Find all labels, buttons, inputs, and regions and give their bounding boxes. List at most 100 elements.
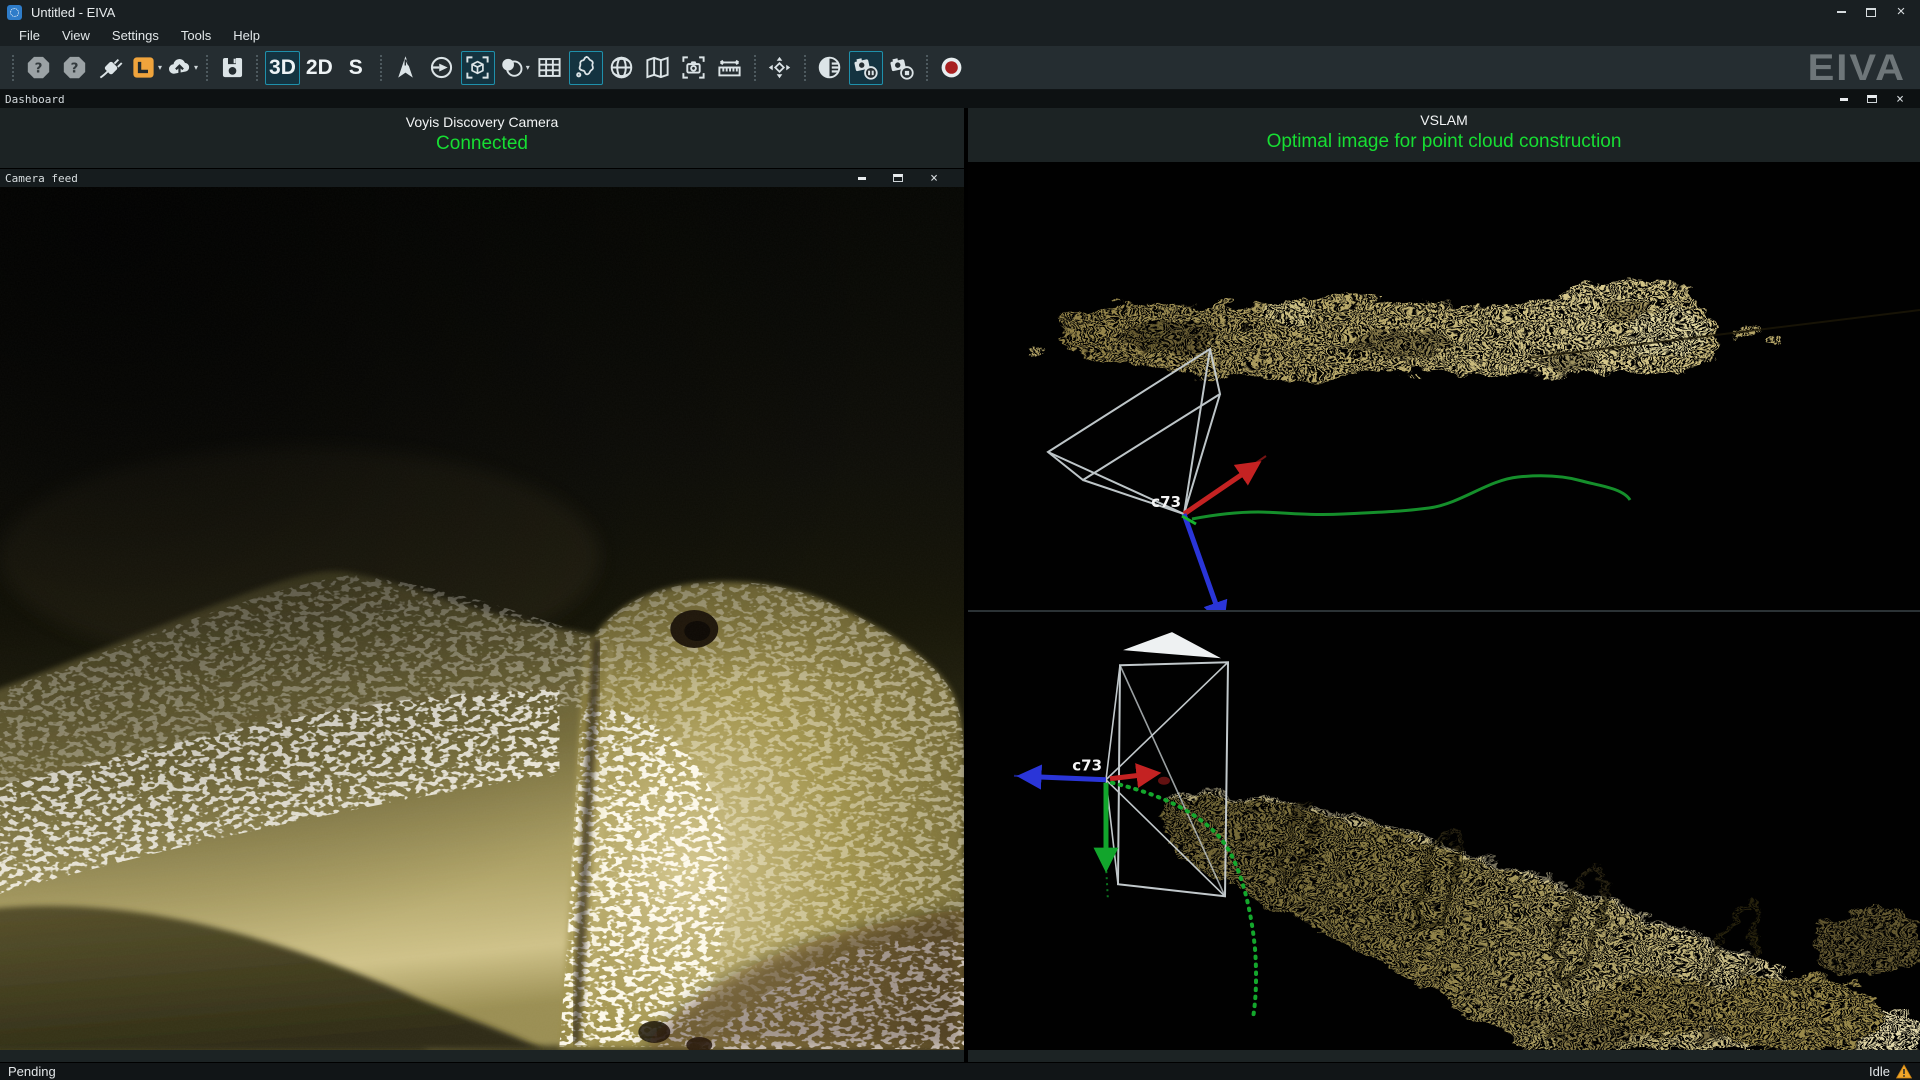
minimize-icon bbox=[1840, 98, 1848, 101]
camera-feed-close-button[interactable] bbox=[920, 171, 948, 186]
toolbar-view-3d-button[interactable]: 3D bbox=[265, 51, 300, 85]
toolbar-grid-overlay-button[interactable] bbox=[533, 51, 567, 85]
menu-tools[interactable]: Tools bbox=[170, 28, 222, 43]
toolbar-view-sonar-button[interactable]: S bbox=[339, 51, 373, 85]
pointcloud-view-bottom[interactable]: c73 bbox=[968, 612, 1920, 1050]
svg-text:?: ? bbox=[34, 61, 42, 77]
title-bar: Untitled - EIVA bbox=[0, 0, 1920, 24]
dropdown-caret-icon: ▾ bbox=[526, 63, 530, 72]
menu-view[interactable]: View bbox=[51, 28, 101, 43]
toolbar-north-up-button[interactable]: N bbox=[389, 51, 423, 85]
eiva-application-window: Untitled - EIVA FileViewSettingsToolsHel… bbox=[0, 0, 1920, 1080]
dashboard-maximize-button[interactable] bbox=[1858, 92, 1886, 107]
toolbar-map-overlay-button[interactable] bbox=[641, 51, 675, 85]
save-icon bbox=[219, 54, 246, 81]
orbit-view-icon bbox=[428, 54, 455, 81]
toolbar-shading-mode-button[interactable]: ▾ bbox=[497, 51, 531, 85]
toolbar-separator bbox=[804, 55, 806, 81]
window-close-button[interactable] bbox=[1886, 1, 1916, 23]
camera-feed-image bbox=[0, 187, 964, 1050]
dashboard-minimize-button[interactable] bbox=[1830, 92, 1858, 107]
menu-help[interactable]: Help bbox=[222, 28, 271, 43]
dropdown-caret-icon: ▾ bbox=[194, 63, 198, 72]
menu-settings[interactable]: Settings bbox=[101, 28, 170, 43]
toolbar-camera-pause-button[interactable] bbox=[849, 51, 883, 85]
status-bar: Pending Idle bbox=[0, 1062, 1920, 1080]
minimize-icon bbox=[858, 177, 866, 180]
help-context-icon: ? bbox=[25, 54, 52, 81]
toolbar-save-button[interactable] bbox=[215, 51, 249, 85]
toolbar-separator bbox=[926, 55, 928, 81]
window-controls bbox=[1826, 1, 1920, 23]
camera-connection-status: Connected bbox=[0, 133, 964, 155]
menu-bar: FileViewSettingsToolsHelp bbox=[0, 24, 1920, 46]
camera-pose-label: c73 bbox=[1072, 757, 1102, 775]
app-icon bbox=[7, 5, 22, 20]
camera-feed-minimize-button[interactable] bbox=[848, 171, 876, 186]
dashboard-content: Voyis Discovery Camera Connected Camera … bbox=[0, 108, 1920, 1062]
window-title: Untitled - EIVA bbox=[31, 5, 115, 20]
camera-panel: Voyis Discovery Camera Connected Camera … bbox=[0, 108, 964, 1062]
status-right: Idle bbox=[1869, 1064, 1890, 1079]
dashboard-tab-strip: Dashboard bbox=[0, 90, 1920, 108]
pan-navigate-icon bbox=[766, 54, 793, 81]
connect-icon bbox=[97, 54, 124, 81]
vslam-panel-header: VSLAM Optimal image for point cloud cons… bbox=[968, 108, 1920, 162]
dropdown-caret-icon: ▾ bbox=[158, 63, 162, 72]
toolbar-cloud-upload-button[interactable]: ▾ bbox=[165, 51, 199, 85]
toolbar-connect-button[interactable] bbox=[93, 51, 127, 85]
menu-file[interactable]: File bbox=[8, 28, 51, 43]
toolbar-view-sonar-label: S bbox=[346, 56, 366, 80]
toolbar-measure-button[interactable] bbox=[713, 51, 747, 85]
workspace-icon bbox=[130, 54, 157, 81]
north-up-icon: N bbox=[392, 54, 419, 81]
camera-feed-window-controls bbox=[848, 171, 964, 186]
vslam-panel-title: VSLAM bbox=[968, 112, 1920, 128]
toolbar-buttons: ?? ▾ ▾ 3D2D S N ▾ bbox=[6, 51, 970, 85]
camera-pause-icon bbox=[852, 54, 879, 81]
maximize-icon bbox=[1866, 8, 1876, 17]
toolbar-separator bbox=[12, 55, 14, 81]
svg-text:?: ? bbox=[70, 61, 78, 77]
camera-feed-viewport bbox=[0, 187, 964, 1050]
measure-icon bbox=[716, 54, 743, 81]
toolbar-pan-navigate-button[interactable] bbox=[763, 51, 797, 85]
toolbar-record-button[interactable] bbox=[935, 51, 969, 85]
vslam-quality-status: Optimal image for point cloud constructi… bbox=[968, 131, 1920, 153]
toolbar-coastline-overlay-button[interactable] bbox=[569, 51, 603, 85]
toolbar-fit-model-button[interactable] bbox=[461, 51, 495, 85]
status-left: Pending bbox=[8, 1064, 56, 1079]
toolbar-separator bbox=[754, 55, 756, 81]
toolbar-orbit-view-button[interactable] bbox=[425, 51, 459, 85]
maximize-icon bbox=[1867, 95, 1877, 103]
camera-feed-title: Camera feed bbox=[5, 172, 78, 185]
svg-text:N: N bbox=[404, 58, 411, 67]
coastline-overlay-icon bbox=[572, 54, 599, 81]
toolbar-help-context-button[interactable]: ? bbox=[21, 51, 55, 85]
cloud-upload-icon bbox=[166, 54, 193, 81]
toolbar-screenshot-button[interactable] bbox=[677, 51, 711, 85]
grid-overlay-icon bbox=[536, 54, 563, 81]
pointcloud-view-top[interactable]: c73 bbox=[968, 162, 1920, 610]
camera-panel-title: Voyis Discovery Camera bbox=[0, 114, 964, 130]
toolbar-camera-stop-button[interactable] bbox=[885, 51, 919, 85]
toolbar-help-button[interactable]: ? bbox=[57, 51, 91, 85]
dashboard-window-controls bbox=[1830, 92, 1920, 107]
minimize-icon bbox=[1837, 11, 1846, 13]
camera-feed-maximize-button[interactable] bbox=[884, 171, 912, 186]
dashboard-close-button[interactable] bbox=[1886, 92, 1914, 107]
help-icon: ? bbox=[61, 54, 88, 81]
dashboard-tab-title: Dashboard bbox=[5, 93, 65, 106]
window-maximize-button[interactable] bbox=[1856, 1, 1886, 23]
toolbar-exposure-button[interactable] bbox=[813, 51, 847, 85]
screenshot-icon bbox=[680, 54, 707, 81]
toolbar-globe-view-button[interactable] bbox=[605, 51, 639, 85]
toolbar-workspace-button[interactable]: ▾ bbox=[129, 51, 163, 85]
close-icon bbox=[1896, 93, 1904, 106]
record-icon bbox=[938, 54, 965, 81]
window-minimize-button[interactable] bbox=[1826, 1, 1856, 23]
camera-stop-icon bbox=[888, 54, 915, 81]
maximize-icon bbox=[893, 174, 903, 182]
x-axis-arrow bbox=[1034, 777, 1106, 780]
toolbar-view-2d-button[interactable]: 2D bbox=[302, 51, 337, 85]
